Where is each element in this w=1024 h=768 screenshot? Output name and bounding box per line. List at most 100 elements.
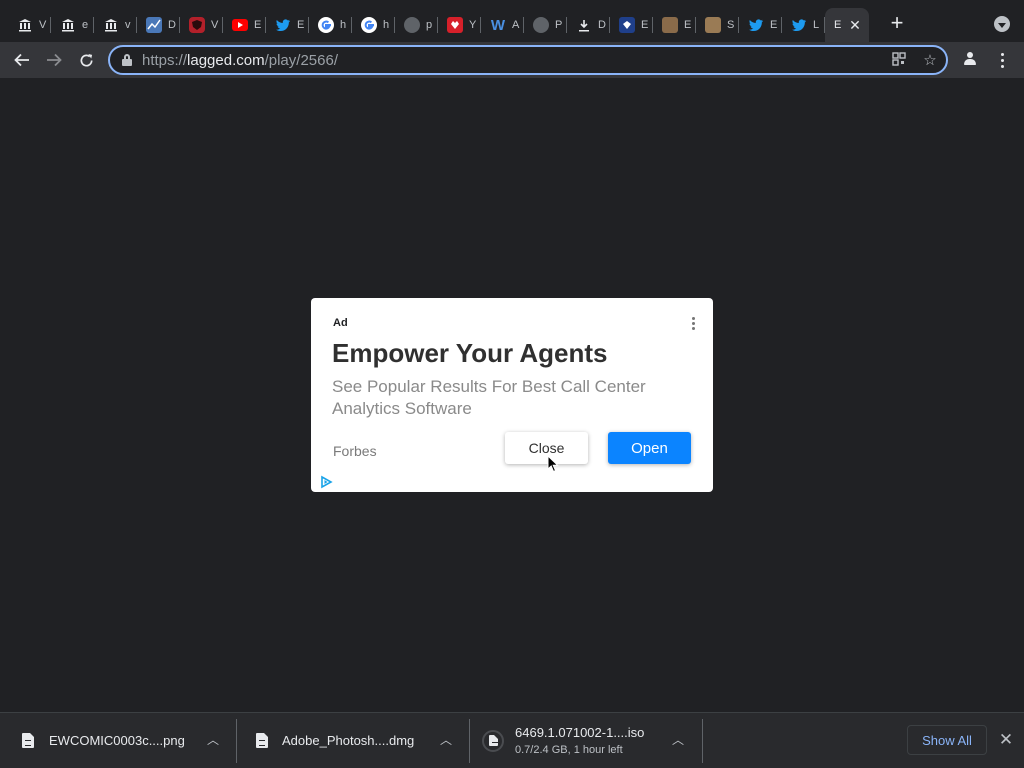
tab-strip: V e v D V E E h h p Y W A P D E E S E L … [0,0,1024,42]
youtube-icon [232,19,248,31]
download-icon [576,17,592,33]
tab[interactable]: V [180,8,223,42]
shield-icon [189,17,205,33]
tab-title: D [598,19,606,31]
tab-title: P [555,19,563,31]
google-icon [361,17,377,33]
download-status: 0.7/2.4 GB, 1 hour left [515,744,623,756]
google-icon [318,17,334,33]
tab[interactable]: E [223,8,266,42]
file-icon [488,735,498,748]
tab-title: e [82,19,89,31]
download-item[interactable]: EWCOMIC0003c....png ︿ [22,713,234,768]
bookmark-star-icon[interactable]: ☆ [921,52,939,70]
url-path: /play/2566/ [264,51,338,69]
page-content: Ad Empower Your Agents See Popular Resul… [0,78,1024,712]
tab[interactable]: P [524,8,567,42]
museum-icon [103,17,119,33]
tab-search-icon[interactable] [994,16,1010,32]
tab[interactable]: E [266,8,309,42]
close-icon[interactable]: ✕ [997,731,1015,749]
chevron-up-icon[interactable]: ︿ [671,733,685,747]
tab[interactable]: p [395,8,438,42]
browser-menu-icon[interactable] [994,48,1010,72]
toolbar: https://lagged.com/play/2566/ ☆ [0,42,1024,78]
download-shelf: EWCOMIC0003c....png ︿ Adobe_Photosh....d… [0,712,1024,768]
download-item-in-progress[interactable]: 6469.1.071002-1....iso 0.7/2.4 GB, 1 hou… [482,713,702,768]
chart-icon [146,17,162,33]
tab[interactable]: h [309,8,352,42]
twitter-icon [748,17,764,33]
tab-title: E [254,19,262,31]
ad-title[interactable]: Empower Your Agents [332,338,607,369]
twitter-icon [791,17,807,33]
tab-active[interactable]: E ✕ [825,8,869,42]
tab[interactable]: E [610,8,653,42]
adchoices-icon[interactable] [319,475,333,489]
url-host: lagged.com [187,51,265,69]
open-button[interactable]: Open [608,432,691,464]
forward-arrow-icon [47,53,62,67]
tab[interactable]: V [8,8,51,42]
tab-title: Y [469,19,477,31]
ad-source[interactable]: Forbes [333,443,377,459]
tab-title: L [813,19,820,31]
tab[interactable]: S [696,8,739,42]
chevron-up-icon[interactable]: ︿ [206,733,220,747]
ad-dialog: Ad Empower Your Agents See Popular Resul… [311,298,713,492]
ad-subtitle[interactable]: See Popular Results For Best Call Center… [332,376,692,420]
new-tab-button[interactable]: + [883,10,911,38]
tab[interactable]: E [739,8,782,42]
url-text[interactable]: https://lagged.com/play/2566/ [142,52,338,69]
qr-code-icon[interactable] [890,52,908,70]
tab[interactable]: D [137,8,180,42]
download-filename: 6469.1.071002-1....iso [515,725,645,740]
divider [469,719,470,763]
divider [236,719,237,763]
url-scheme: https:// [142,51,188,69]
forward-button[interactable] [40,46,68,74]
twitter-icon [275,17,291,33]
tab-close-icon[interactable]: ✕ [847,17,863,33]
ad-options-icon[interactable] [689,314,697,332]
chevron-up-icon[interactable]: ︿ [439,733,453,747]
back-arrow-icon [14,53,29,67]
tab[interactable]: h [352,8,395,42]
tab-title: E [684,19,692,31]
tab[interactable]: D [567,8,610,42]
tab-title: E [641,19,649,31]
reload-button[interactable] [72,46,100,74]
tab-title: A [512,19,520,31]
tab-title: V [39,19,47,31]
heart-icon [447,17,463,33]
tab-title: v [125,19,131,31]
w-icon: W [490,16,506,34]
profile-avatar-icon[interactable] [958,47,982,71]
photo-icon [662,17,678,33]
tab-title: p [426,19,433,31]
address-bar[interactable]: https://lagged.com/play/2566/ ☆ [108,45,948,75]
divider [702,719,703,763]
tab[interactable]: E [653,8,696,42]
download-filename: Adobe_Photosh....dmg [282,733,415,748]
tab[interactable]: e [51,8,94,42]
show-all-button[interactable]: Show All [907,725,987,755]
tab[interactable]: L [782,8,825,42]
file-icon [22,733,34,748]
photo-icon [705,17,721,33]
badge-icon [619,17,635,33]
lock-icon[interactable] [122,54,132,66]
museum-icon [17,17,33,33]
download-item[interactable]: Adobe_Photosh....dmg ︿ [256,713,468,768]
tab[interactable]: v [94,8,137,42]
tab-title: D [168,19,176,31]
ad-label: Ad [333,317,348,329]
tab-title: E [770,19,778,31]
tab-title: V [211,19,219,31]
reload-icon [80,53,93,66]
back-button[interactable] [8,46,36,74]
tab-title: E [834,19,842,31]
tab-title: h [383,19,390,31]
tab[interactable]: Y [438,8,481,42]
tab[interactable]: W A [481,8,524,42]
